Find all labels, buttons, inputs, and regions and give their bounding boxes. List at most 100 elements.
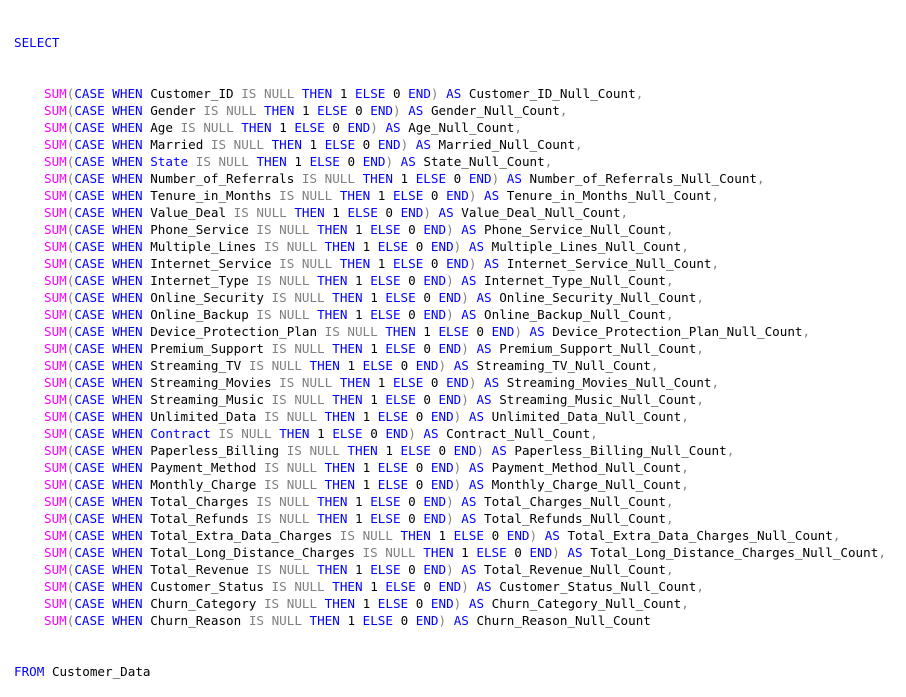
null-keyword: NULL [301,256,333,271]
close-paren: ) [446,307,454,322]
end-keyword: END [377,137,401,152]
sum-function: SUM [44,528,67,543]
column-null-count-line: SUM(CASE WHEN Device_Protection_Plan IS … [14,323,906,340]
as-keyword: AS [453,613,469,628]
is-keyword: IS [256,494,272,509]
when-keyword: WHEN [112,341,143,356]
else-keyword: ELSE [392,375,424,390]
comma: , [514,120,522,135]
as-keyword: AS [476,290,492,305]
case-keyword: CASE [74,137,105,152]
as-keyword: AS [423,426,439,441]
is-keyword: IS [248,613,264,628]
when-keyword: WHEN [112,562,143,577]
close-paren: ) [468,256,477,271]
null-keyword: NULL [271,613,302,628]
column-alias: Streaming_TV_Null_Count [476,358,651,373]
then-keyword: THEN [324,239,356,254]
column-null-count-line: SUM(CASE WHEN Total_Refunds IS NULL THEN… [14,510,906,527]
as-keyword: AS [400,154,416,169]
when-keyword: WHEN [112,273,143,288]
end-keyword: END [430,460,454,475]
is-keyword: IS [279,256,295,271]
sum-function: SUM [44,358,67,373]
column-null-count-line: SUM(CASE WHEN Total_Long_Distance_Charge… [14,544,906,561]
comma: , [726,443,735,458]
as-keyword: AS [461,307,477,322]
case-keyword: CASE [74,86,105,101]
as-keyword: AS [567,545,583,560]
end-keyword: END [438,579,462,594]
null-keyword: NULL [279,562,310,577]
close-paren: ) [446,494,454,509]
column-null-count-line: SUM(CASE WHEN Total_Extra_Data_Charges I… [14,527,906,544]
sum-function: SUM [44,171,67,186]
column-alias: Internet_Service_Null_Count [506,256,712,271]
is-keyword: IS [339,528,355,543]
then-keyword: THEN [317,562,348,577]
is-keyword: IS [324,324,340,339]
number-one: 1 [294,154,302,169]
sum-function: SUM [44,426,67,441]
null-keyword: NULL [218,154,249,169]
else-keyword: ELSE [362,358,393,373]
comma: , [681,460,689,475]
is-keyword: IS [263,239,280,254]
column-null-count-line: SUM(CASE WHEN Tenure_in_Months IS NULL T… [14,187,906,204]
close-paren: ) [423,205,431,220]
comma: , [711,188,720,203]
column-name: Total_Charges [150,494,249,509]
sum-function: SUM [44,341,67,356]
is-keyword: IS [271,341,287,356]
column-name: Multiple_Lines [150,239,257,254]
column-null-count-line: SUM(CASE WHEN Payment_Method IS NULL THE… [14,459,906,476]
sum-function: SUM [44,443,67,458]
column-alias: Multiple_Lines_Null_Count [491,239,682,254]
number-zero: 0 [408,307,416,322]
is-keyword: IS [263,460,280,475]
column-name: Device_Protection_Plan [150,324,318,339]
is-keyword: IS [271,392,287,407]
column-alias: State_Null_Count [423,154,545,169]
number-one: 1 [355,307,363,322]
end-keyword: END [423,222,447,237]
case-keyword: CASE [74,103,105,118]
number-zero: 0 [400,358,409,373]
column-alias: Premium_Support_Null_Count [499,341,697,356]
is-keyword: IS [233,205,249,220]
column-name: Customer_ID [150,86,234,101]
then-keyword: THEN [264,103,295,118]
comma: , [832,528,841,543]
case-keyword: CASE [74,307,105,322]
sql-editor[interactable]: SELECT SUM(CASE WHEN Customer_ID IS NULL… [0,0,906,679]
column-name: Total_Revenue [150,562,249,577]
is-keyword: IS [362,545,378,560]
then-keyword: THEN [324,596,356,611]
is-keyword: IS [256,273,272,288]
number-zero: 0 [430,188,439,203]
else-keyword: ELSE [370,222,401,237]
else-keyword: ELSE [324,137,356,152]
sum-function: SUM [44,290,67,305]
is-keyword: IS [195,154,211,169]
column-null-count-line: SUM(CASE WHEN Gender IS NULL THEN 1 ELSE… [14,102,906,119]
column-null-count-line: SUM(CASE WHEN Premium_Support IS NULL TH… [14,340,906,357]
then-keyword: THEN [339,375,371,390]
end-keyword: END [438,341,462,356]
is-keyword: IS [286,443,302,458]
case-keyword: CASE [74,477,105,492]
column-null-count-line: SUM(CASE WHEN Unlimited_Data IS NULL THE… [14,408,906,425]
column-null-count-line: SUM(CASE WHEN Internet_Type IS NULL THEN… [14,272,906,289]
close-paren: ) [514,324,522,339]
column-name: Contract [150,426,211,441]
else-keyword: ELSE [370,562,401,577]
when-keyword: WHEN [112,545,143,560]
column-alias: Churn_Category_Null_Count [491,596,682,611]
when-keyword: WHEN [112,188,143,203]
number-one: 1 [377,188,386,203]
sum-function: SUM [44,545,67,560]
sum-function: SUM [44,596,67,611]
column-alias: Device_Protection_Plan_Null_Count [552,324,803,339]
as-keyword: AS [468,409,485,424]
close-paren: ) [400,137,409,152]
